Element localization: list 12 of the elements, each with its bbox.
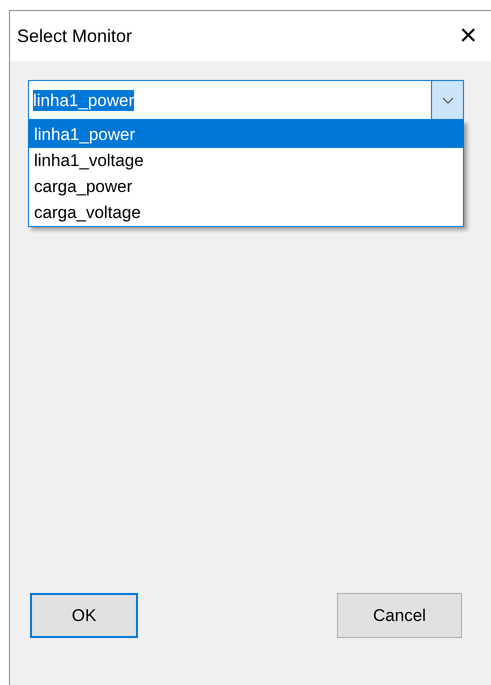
dropdown-option[interactable]: carga_power: [29, 174, 463, 200]
dropdown-option[interactable]: linha1_power: [29, 121, 463, 148]
combo-value: linha1_power: [33, 90, 134, 110]
ok-button[interactable]: OK: [30, 593, 138, 638]
chevron-down-icon: [442, 96, 454, 104]
dropdown-button[interactable]: [431, 81, 463, 119]
combo-box[interactable]: linha1_power: [28, 80, 464, 120]
window-title: Select Monitor: [17, 24, 132, 48]
cancel-button[interactable]: Cancel: [337, 593, 462, 638]
close-button[interactable]: ×: [455, 21, 481, 51]
dropdown-option[interactable]: carga_voltage: [29, 200, 463, 226]
dropdown-option[interactable]: linha1_voltage: [29, 148, 463, 174]
